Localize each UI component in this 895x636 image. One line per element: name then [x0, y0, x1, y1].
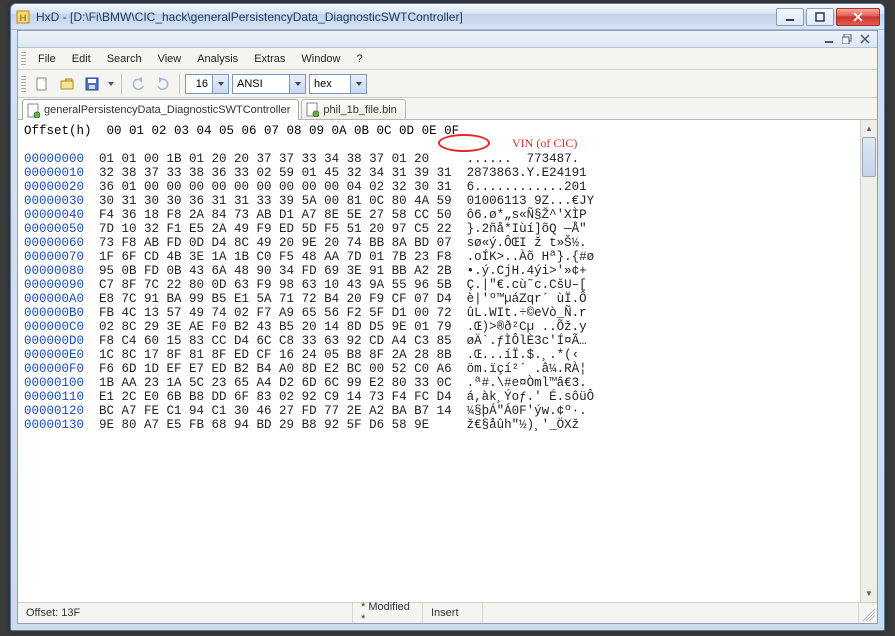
bytes-per-row-combo[interactable]: 16 — [185, 74, 229, 94]
status-spacer — [483, 603, 859, 623]
client-area: File Edit Search View Analysis Extras Wi… — [17, 30, 878, 624]
scroll-up-icon[interactable]: ▲ — [861, 120, 877, 137]
app-window: H HxD - [D:\Fi\BMW\CIC_hack\generalPersi… — [10, 3, 885, 631]
chevron-down-icon[interactable] — [350, 75, 366, 93]
vertical-scrollbar[interactable]: ▲ ▼ — [860, 120, 877, 602]
menu-window[interactable]: Window — [293, 50, 348, 68]
new-button[interactable] — [31, 73, 53, 95]
document-icon — [306, 102, 319, 117]
svg-text:H: H — [20, 13, 27, 23]
document-icon — [27, 103, 40, 118]
toolbar: 16 ANSI hex — [18, 70, 877, 98]
menu-analysis[interactable]: Analysis — [189, 50, 246, 68]
menu-extras[interactable]: Extras — [246, 50, 293, 68]
close-button[interactable] — [836, 8, 880, 26]
open-button[interactable] — [56, 73, 78, 95]
tab-strip: generalPersistencyData_DiagnosticSWTCont… — [18, 98, 877, 120]
tab-label: phil_1b_file.bin — [323, 104, 396, 116]
hex-editor[interactable]: Offset(h) 00 01 02 03 04 05 06 07 08 09 … — [18, 120, 877, 602]
mdi-header — [18, 31, 877, 48]
annotation-label: VIN (of CIC) — [512, 136, 577, 151]
menu-edit[interactable]: Edit — [64, 50, 99, 68]
toolbar-separator — [179, 74, 180, 94]
maximize-button[interactable] — [806, 8, 834, 26]
tab-other-file[interactable]: phil_1b_file.bin — [301, 99, 405, 119]
titlebar: H HxD - [D:\Fi\BMW\CIC_hack\generalPersi… — [11, 4, 884, 30]
menu-view[interactable]: View — [150, 50, 190, 68]
menubar-grip[interactable] — [21, 52, 26, 66]
tab-label: generalPersistencyData_DiagnosticSWTCont… — [44, 104, 290, 116]
app-icon: H — [15, 9, 31, 25]
undo-button — [127, 73, 149, 95]
base-combo[interactable]: hex — [309, 74, 367, 94]
statusbar: Offset: 13F * Modified * Insert — [18, 602, 877, 623]
toolbar-grip[interactable] — [21, 76, 26, 92]
menu-help[interactable]: ? — [349, 50, 371, 68]
charset-combo[interactable]: ANSI — [232, 74, 306, 94]
scroll-down-icon[interactable]: ▼ — [861, 585, 877, 602]
minimize-button[interactable] — [776, 8, 804, 26]
save-button[interactable] — [81, 73, 103, 95]
status-modified: * Modified * — [353, 603, 423, 623]
scroll-thumb[interactable] — [862, 137, 876, 177]
tab-active-file[interactable]: generalPersistencyData_DiagnosticSWTCont… — [22, 99, 299, 120]
mdi-close-icon[interactable] — [857, 32, 873, 46]
save-dropdown-icon[interactable] — [106, 73, 116, 95]
mdi-restore-icon[interactable] — [839, 32, 855, 46]
menu-search[interactable]: Search — [99, 50, 150, 68]
window-controls — [774, 8, 880, 26]
redo-button — [152, 73, 174, 95]
base-value: hex — [310, 78, 350, 90]
status-offset: Offset: 13F — [18, 603, 353, 623]
toolbar-separator — [121, 74, 122, 94]
status-mode: Insert — [423, 603, 483, 623]
resize-grip-icon[interactable] — [859, 605, 875, 621]
menu-file[interactable]: File — [30, 50, 64, 68]
mdi-minimize-icon[interactable] — [821, 32, 837, 46]
window-title: HxD - [D:\Fi\BMW\CIC_hack\generalPersist… — [36, 10, 774, 24]
hex-content[interactable]: Offset(h) 00 01 02 03 04 05 06 07 08 09 … — [18, 120, 877, 436]
chevron-down-icon[interactable] — [212, 75, 228, 93]
menubar: File Edit Search View Analysis Extras Wi… — [18, 48, 877, 70]
chevron-down-icon[interactable] — [289, 75, 305, 93]
bytes-per-row-value: 16 — [186, 78, 212, 90]
charset-value: ANSI — [233, 78, 289, 90]
